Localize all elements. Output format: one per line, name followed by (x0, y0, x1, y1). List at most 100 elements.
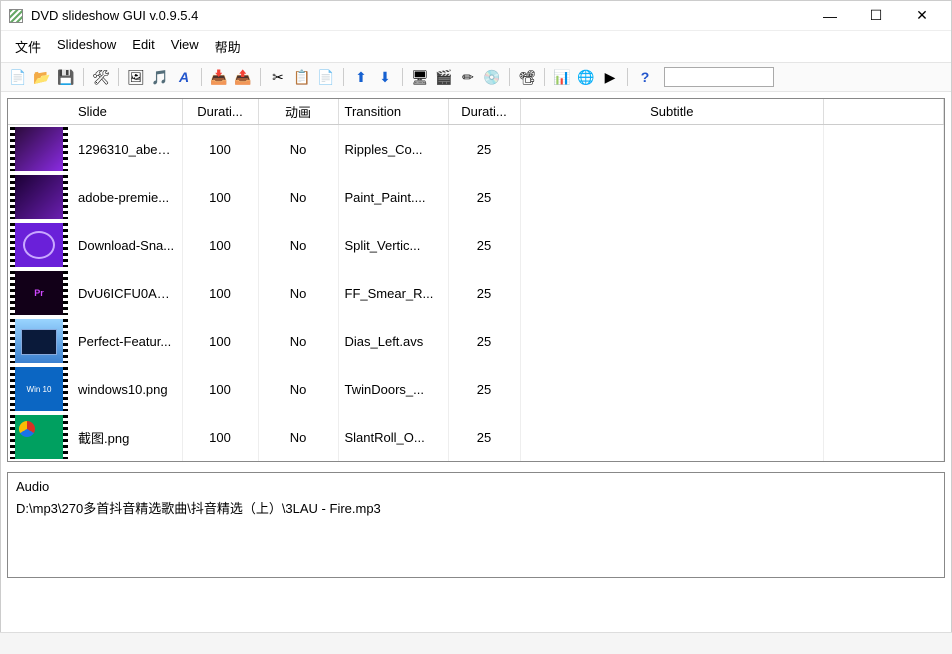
chart-icon[interactable]: 📊 (551, 66, 573, 88)
menu-help[interactable]: 帮助 (209, 35, 247, 58)
cell-subtitle[interactable] (520, 173, 824, 221)
table-row[interactable]: Download-Sna...100NoSplit_Vertic...25 (8, 221, 944, 269)
cell-duration1[interactable]: 100 (182, 173, 258, 221)
table-row[interactable]: adobe-premie...100NoPaint_Paint....25 (8, 173, 944, 221)
maximize-button[interactable]: ☐ (853, 2, 899, 30)
cell-duration1[interactable]: 100 (182, 317, 258, 365)
table-row[interactable]: DvU6ICFU0AE...100NoFF_Smear_R...25 (8, 269, 944, 317)
menu-file[interactable]: 文件 (9, 35, 47, 58)
cell-anim[interactable]: No (258, 269, 338, 317)
cell-slide[interactable]: DvU6ICFU0AE... (72, 269, 182, 317)
table-row[interactable]: 1296310_abe6...100NoRipples_Co...25 (8, 125, 944, 174)
cell-duration1[interactable]: 100 (182, 221, 258, 269)
cell-anim[interactable]: No (258, 173, 338, 221)
cell-extra[interactable] (824, 413, 944, 461)
cut-icon[interactable]: ✂ (267, 66, 289, 88)
thumbnail[interactable] (8, 365, 72, 413)
cell-anim[interactable]: No (258, 317, 338, 365)
table-row[interactable]: 截图.png100NoSlantRoll_O...25 (8, 413, 944, 461)
cell-duration2[interactable]: 25 (448, 317, 520, 365)
menu-view[interactable]: View (165, 35, 205, 58)
cell-transition[interactable]: SlantRoll_O... (338, 413, 448, 461)
cell-extra[interactable] (824, 125, 944, 174)
cell-subtitle[interactable] (520, 413, 824, 461)
close-button[interactable]: ✕ (899, 2, 945, 30)
present-icon[interactable]: 📽 (516, 66, 538, 88)
import-icon[interactable]: 📥 (208, 66, 230, 88)
thumbnail[interactable] (8, 413, 72, 461)
col-duration2[interactable]: Durati... (448, 99, 520, 125)
cell-anim[interactable]: No (258, 125, 338, 174)
toolbar-input[interactable] (664, 67, 774, 87)
cell-duration1[interactable]: 100 (182, 269, 258, 317)
cell-anim[interactable]: No (258, 365, 338, 413)
cell-duration2[interactable]: 25 (448, 221, 520, 269)
minimize-button[interactable]: — (807, 2, 853, 30)
thumbnail[interactable] (8, 125, 72, 174)
cell-slide[interactable]: adobe-premie... (72, 173, 182, 221)
cell-transition[interactable]: Dias_Left.avs (338, 317, 448, 365)
thumbnail[interactable] (8, 317, 72, 365)
copy-icon[interactable]: 📋 (291, 66, 313, 88)
cell-extra[interactable] (824, 221, 944, 269)
cell-anim[interactable]: No (258, 413, 338, 461)
new-icon[interactable]: 📄 (7, 66, 29, 88)
col-extra[interactable] (824, 99, 944, 125)
cell-extra[interactable] (824, 173, 944, 221)
preview-icon[interactable]: 🖥 (409, 66, 431, 88)
thumbnail[interactable] (8, 221, 72, 269)
cell-extra[interactable] (824, 365, 944, 413)
dvd-icon[interactable]: 💿 (481, 66, 503, 88)
col-subtitle[interactable]: Subtitle (520, 99, 824, 125)
edit-icon[interactable]: ✏ (457, 66, 479, 88)
cell-transition[interactable]: Split_Vertic... (338, 221, 448, 269)
cell-subtitle[interactable] (520, 221, 824, 269)
menu-edit[interactable]: Edit (126, 35, 160, 58)
cell-duration2[interactable]: 25 (448, 173, 520, 221)
up-icon[interactable]: ⬆ (350, 66, 372, 88)
col-anim[interactable]: 动画 (258, 99, 338, 125)
music-icon[interactable]: 🎵 (149, 66, 171, 88)
cell-subtitle[interactable] (520, 317, 824, 365)
col-thumb[interactable] (8, 99, 72, 125)
cell-subtitle[interactable] (520, 365, 824, 413)
cell-slide[interactable]: Perfect-Featur... (72, 317, 182, 365)
cell-duration2[interactable]: 25 (448, 365, 520, 413)
images-icon[interactable]: 🖼 (125, 66, 147, 88)
font-icon[interactable]: A (173, 66, 195, 88)
audio-path[interactable]: D:\mp3\270多首抖音精选歌曲\抖音精选（上）\3LAU - Fire.m… (16, 498, 936, 517)
col-slide[interactable]: Slide (72, 99, 182, 125)
cell-duration1[interactable]: 100 (182, 365, 258, 413)
youtube-icon[interactable]: ▶ (599, 66, 621, 88)
thumbnail[interactable] (8, 173, 72, 221)
open-icon[interactable]: 📂 (31, 66, 53, 88)
cell-duration2[interactable]: 25 (448, 269, 520, 317)
col-transition[interactable]: Transition (338, 99, 448, 125)
web-icon[interactable]: 🌐 (575, 66, 597, 88)
cell-slide[interactable]: 1296310_abe6... (72, 125, 182, 174)
paste-icon[interactable]: 📄 (315, 66, 337, 88)
cell-extra[interactable] (824, 269, 944, 317)
cell-subtitle[interactable] (520, 269, 824, 317)
cell-duration1[interactable]: 100 (182, 125, 258, 174)
cell-transition[interactable]: Paint_Paint.... (338, 173, 448, 221)
cell-duration1[interactable]: 100 (182, 413, 258, 461)
movie-icon[interactable]: 🎬 (433, 66, 455, 88)
help-icon[interactable]: ? (634, 66, 656, 88)
cell-transition[interactable]: Ripples_Co... (338, 125, 448, 174)
cell-duration2[interactable]: 25 (448, 125, 520, 174)
export-icon[interactable]: 📤 (232, 66, 254, 88)
thumbnail[interactable] (8, 269, 72, 317)
cell-transition[interactable]: FF_Smear_R... (338, 269, 448, 317)
cell-extra[interactable] (824, 317, 944, 365)
cell-transition[interactable]: TwinDoors_... (338, 365, 448, 413)
settings-icon[interactable]: 🛠 (90, 66, 112, 88)
cell-subtitle[interactable] (520, 125, 824, 174)
save-icon[interactable]: 💾 (55, 66, 77, 88)
cell-slide[interactable]: 截图.png (72, 413, 182, 461)
cell-duration2[interactable]: 25 (448, 413, 520, 461)
table-row[interactable]: Perfect-Featur...100NoDias_Left.avs25 (8, 317, 944, 365)
col-duration1[interactable]: Durati... (182, 99, 258, 125)
cell-slide[interactable]: Download-Sna... (72, 221, 182, 269)
cell-anim[interactable]: No (258, 221, 338, 269)
